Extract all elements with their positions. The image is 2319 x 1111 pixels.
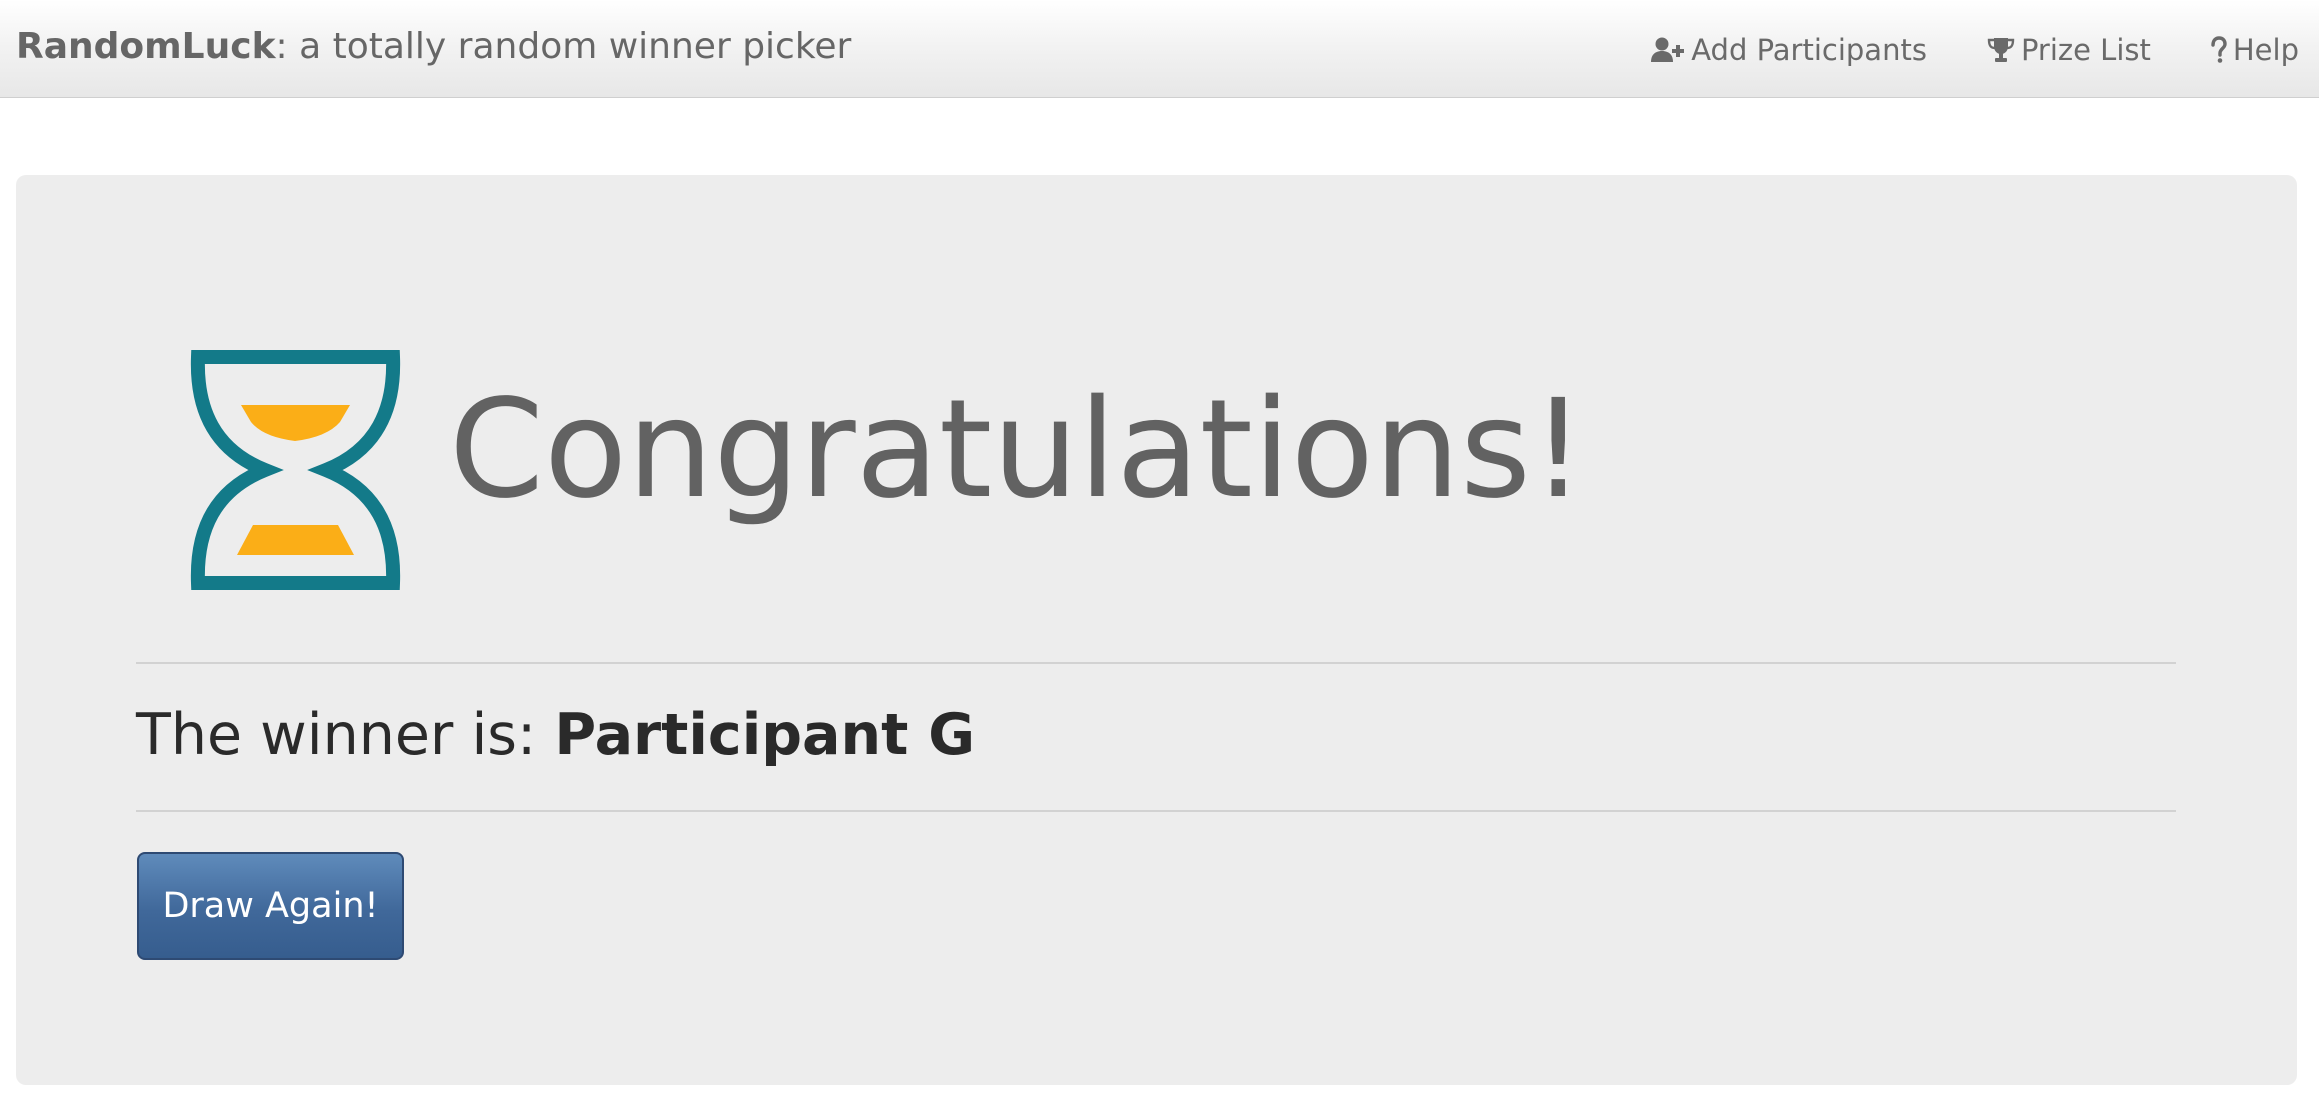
nav-prize-list[interactable]: Prize List (1987, 26, 2151, 74)
nav-add-participants[interactable]: Add Participants (1651, 26, 1927, 74)
user-plus-icon (1651, 36, 1691, 64)
brand[interactable]: RandomLuck: a totally random winner pick… (16, 22, 851, 72)
nav-add-participants-label: Add Participants (1691, 33, 1927, 67)
brand-tagline: : a totally random winner picker (275, 26, 852, 67)
hourglass-icon (190, 350, 410, 590)
nav-help[interactable]: Help (2211, 26, 2299, 74)
navbar: RandomLuck: a totally random winner pick… (0, 0, 2319, 98)
draw-again-button[interactable]: Draw Again! (137, 852, 404, 960)
nav-help-label: Help (2232, 33, 2299, 67)
winner-name: Participant G (554, 702, 975, 768)
nav-links: Add Participants Prize List Help (1651, 26, 2299, 74)
winner-prefix: The winner is: (136, 702, 555, 768)
trophy-icon (1987, 36, 2021, 64)
question-icon (2211, 36, 2233, 64)
divider (136, 662, 2176, 664)
divider (136, 810, 2176, 812)
brand-name: RandomLuck (16, 26, 276, 67)
page-title: Congratulations! (449, 371, 1586, 529)
winner-announcement: The winner is: Participant G (136, 695, 975, 775)
nav-prize-list-label: Prize List (2020, 33, 2151, 67)
result-panel: Congratulations! The winner is: Particip… (16, 175, 2297, 1085)
